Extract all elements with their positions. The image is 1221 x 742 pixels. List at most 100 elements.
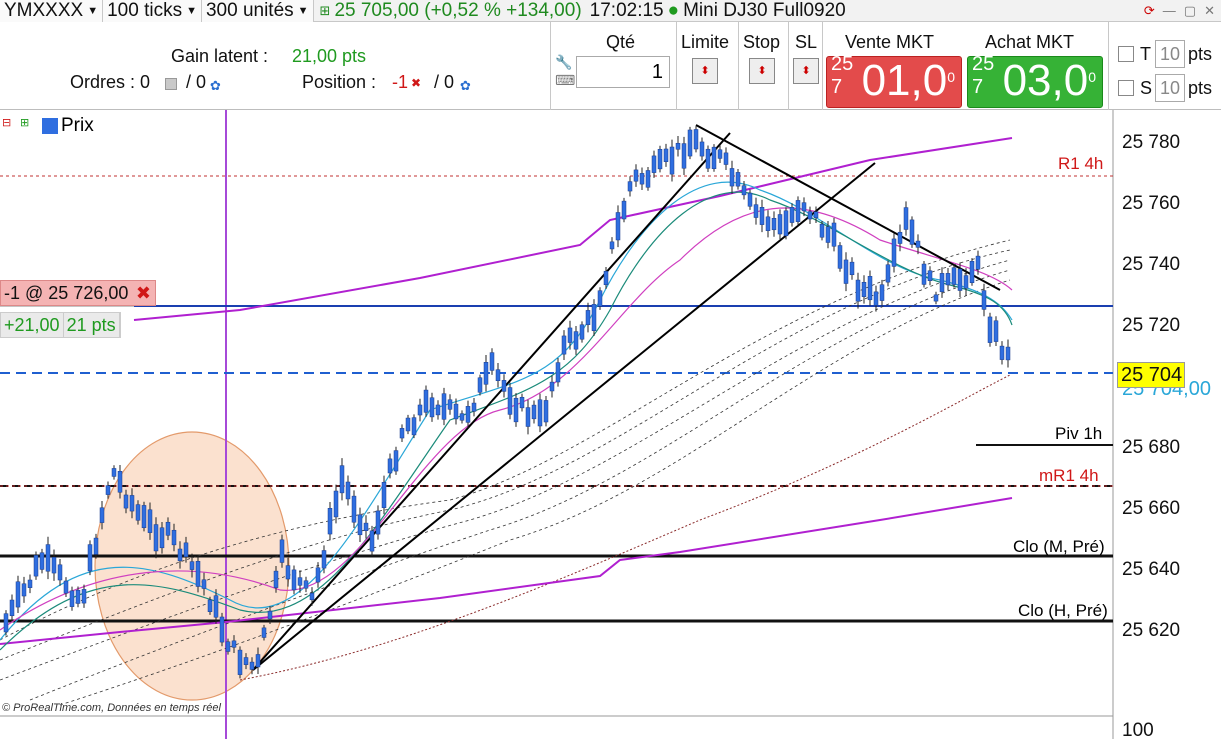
candle-body [363,522,369,532]
r1-label: R1 4h [1058,154,1104,173]
candle-body [177,548,183,562]
keyboard-icon[interactable]: ⌨ [555,72,575,89]
candle-body [729,168,735,187]
refresh-icon[interactable]: ⟳ [1144,3,1155,19]
minimize-icon[interactable]: — [1163,3,1176,19]
candle-body [51,557,57,574]
candle-body [639,173,645,185]
maximize-icon[interactable]: ▢ [1184,3,1196,19]
sell-market-button[interactable]: 25 7 01,0 0 [826,53,962,108]
candle-body [549,381,555,392]
buy-price-sup: 0 [1088,69,1096,85]
chevron-down-icon: ▼ [87,4,99,17]
candle-body [753,204,759,218]
candle-body [21,583,27,597]
candle-body [699,141,705,157]
gear-icon[interactable]: ✿ [460,78,471,94]
candle-body [651,155,657,173]
candle-body [1005,346,1011,361]
candle-body [171,529,177,546]
candle-body [945,273,951,286]
candle-body [705,148,711,169]
stop-checkbox[interactable] [1118,80,1134,96]
orders-label: Ordres : 0 [70,72,151,92]
candle-body [807,211,813,220]
close-icon[interactable]: ✕ [1204,3,1215,19]
candle-body [87,544,93,572]
candle-body [297,577,303,586]
stop-input[interactable]: 10 [1155,74,1185,102]
candle-body [849,261,855,276]
candle-body [315,567,321,583]
candle-body [219,616,225,643]
expand-icon[interactable]: ⊞ [20,116,29,129]
buy-market-button[interactable]: 25 7 03,0 0 [967,53,1103,108]
close-position-icon[interactable]: ✖ [411,76,421,90]
axis-tick: 25 680 [1122,437,1181,458]
candle-body [207,599,213,612]
target-input[interactable]: 10 [1155,40,1185,68]
candle-body [333,490,339,518]
wrench-icon[interactable]: 🔧 [555,54,572,71]
candle-body [495,369,501,382]
stop-limit-button[interactable]: ⬍ [793,58,819,84]
candle-body [591,304,597,331]
collapse-icon[interactable]: ⊟ [2,116,11,129]
quantity-input[interactable]: 1 [576,56,670,88]
quote-icon: ⊞ [319,2,331,18]
buy-price-prefix: 25 7 [972,53,995,98]
clo-m-label: Clo (M, Pré) [1013,537,1105,556]
candle-body [447,399,453,410]
candle-body [765,216,771,231]
position-sep: / 0 [434,72,455,92]
sell-price-big: 01,0 [861,56,948,105]
candle-body [627,181,633,192]
candle-body [399,428,405,439]
candle-body [63,580,69,594]
status-dot-icon: ● [667,0,680,21]
candle-body [15,581,21,608]
units-dropdown[interactable]: 300 unités ▼ [201,0,314,22]
candle-body [273,570,279,588]
candle-body [327,508,333,535]
sell-header: Vente MKT [845,32,935,52]
gear-icon[interactable]: ✿ [210,78,221,94]
chevron-down-icon: ▼ [186,4,197,17]
candle-body [93,537,99,555]
stop-unit: pts [1188,78,1213,98]
axis-tick: 25 620 [1122,620,1181,641]
candle-body [465,406,471,423]
candle-body [513,397,519,423]
candle-body [567,327,573,343]
position-tag[interactable]: -1 @ 25 726,00 ✖ [0,280,156,306]
candle-body [453,403,459,420]
candle-body [483,362,489,385]
close-position-icon[interactable]: ✖ [136,281,151,305]
candle-body [321,550,327,569]
candle-body [225,641,231,652]
candle-body [75,589,81,604]
buy-header: Achat MKT [985,32,1075,52]
limit-order-button[interactable]: ⬍ [692,58,718,84]
cancel-orders-icon[interactable] [165,78,177,90]
candle-body [417,404,423,416]
candle-body [471,402,477,412]
symbol-dropdown[interactable]: YMXXXX ▼ [0,0,104,22]
candle-body [531,404,537,420]
price-chart[interactable] [0,110,1221,739]
candle-body [525,407,531,427]
stop-header: Stop [743,32,781,52]
ticks-dropdown[interactable]: 100 ticks ▼ [103,0,202,22]
candle-body [879,284,885,301]
candle-body [969,260,975,283]
candle-body [231,640,237,648]
piv-label: Piv 1h [1055,424,1103,443]
candle-body [285,565,291,580]
target-checkbox[interactable] [1118,46,1134,62]
candle-body [609,241,615,250]
clo-h-label: Clo (H, Pré) [1018,601,1108,620]
candle-body [987,316,993,343]
stop-order-button[interactable]: ⬍ [749,58,775,84]
candle-body [135,504,141,521]
candle-body [903,207,909,230]
